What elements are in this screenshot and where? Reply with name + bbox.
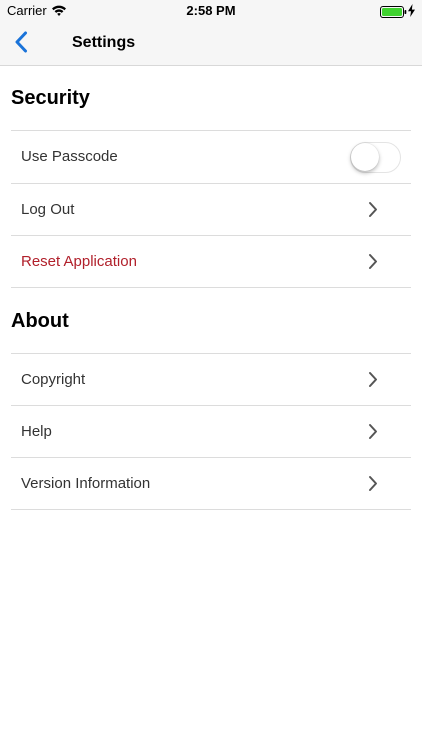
row-reset-application[interactable]: Reset Application [11, 236, 411, 287]
toggle-knob [351, 143, 379, 171]
chevron-right-icon [368, 423, 378, 445]
page-title: Settings [72, 34, 136, 51]
battery-icon [380, 5, 407, 23]
chevron-right-icon [368, 475, 378, 497]
use-passcode-toggle[interactable] [350, 142, 401, 173]
divider [11, 509, 411, 510]
chevron-right-icon [368, 253, 378, 275]
status-bar: Carrier 2:58 PM [0, 0, 422, 22]
row-log-out[interactable]: Log Out [11, 184, 411, 235]
row-label: Log Out [21, 201, 75, 218]
section-header-about: About [11, 310, 69, 332]
row-use-passcode: Use Passcode [11, 131, 411, 182]
row-help[interactable]: Help [11, 406, 411, 457]
back-button[interactable] [4, 22, 38, 66]
chevron-right-icon [368, 371, 378, 393]
row-label: Version Information [21, 475, 151, 492]
charging-bolt-icon [408, 4, 415, 22]
divider [11, 287, 411, 288]
row-copyright[interactable]: Copyright [11, 354, 411, 405]
row-label: Reset Application [21, 253, 137, 270]
status-time: 2:58 PM [186, 3, 236, 18]
chevron-right-icon [368, 201, 378, 223]
navigation-bar: Settings [0, 22, 422, 66]
chevron-left-icon [14, 31, 28, 58]
row-label: Copyright [21, 371, 86, 388]
section-header-security: Security [11, 87, 90, 109]
row-label: Use Passcode [21, 148, 118, 165]
row-label: Help [21, 423, 52, 440]
row-version-information[interactable]: Version Information [11, 458, 411, 509]
